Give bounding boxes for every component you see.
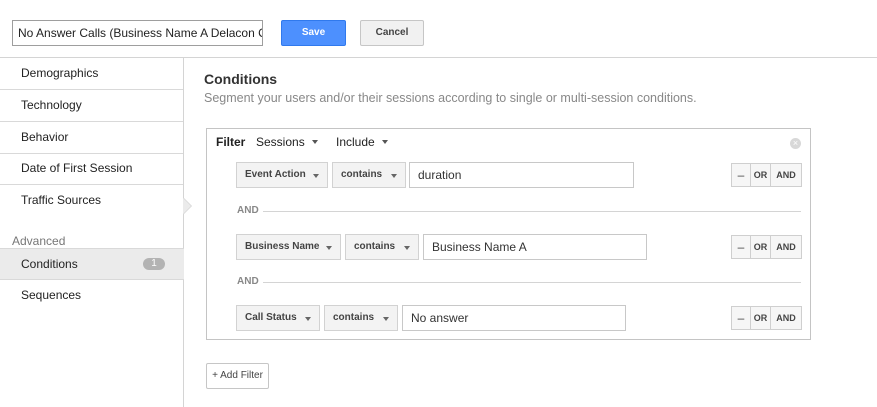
filter-mode-value: Include: [336, 135, 375, 149]
chevron-down-icon: [326, 246, 332, 250]
or-button[interactable]: OR: [751, 164, 771, 186]
filter-scope-dropdown[interactable]: Sessions: [256, 135, 318, 149]
sidebar-item-label: Technology: [21, 98, 82, 112]
sidebar-item-sequences[interactable]: Sequences: [0, 280, 183, 312]
sidebar-item-technology[interactable]: Technology: [0, 90, 183, 122]
filter-mode-dropdown[interactable]: Include: [336, 135, 388, 149]
chevron-down-icon: [383, 317, 389, 321]
sidebar-item-label: Conditions: [21, 257, 78, 271]
and-separator-label: AND: [237, 276, 259, 287]
condition-2-value-input[interactable]: Business Name A: [423, 234, 647, 260]
add-filter-button[interactable]: + Add Filter: [206, 363, 269, 389]
chevron-down-icon: [391, 174, 397, 178]
condition-2-operator-dropdown[interactable]: contains: [345, 234, 419, 260]
page-subtitle: Segment your users and/or their sessions…: [204, 91, 697, 105]
sidebar-item-label: Behavior: [21, 130, 69, 144]
top-bar: No Answer Calls (Business Name A Delacon…: [0, 0, 877, 58]
sidebar-item-label: Demographics: [21, 66, 99, 80]
condition-1-dimension-dropdown[interactable]: Event Action: [236, 162, 328, 188]
and-divider: [263, 211, 801, 212]
and-separator-label: AND: [237, 205, 259, 216]
filter-panel: Filter Sessions Include × Event Action c…: [206, 128, 811, 340]
chevron-down-icon: [311, 140, 318, 144]
and-divider: [263, 282, 801, 283]
dimension-value: Event Action: [245, 169, 306, 180]
operator-value: contains: [341, 169, 383, 180]
sidebar-item-date-of-first-session[interactable]: Date of First Session: [0, 153, 183, 185]
remove-condition-button[interactable]: –: [732, 307, 751, 329]
condition-1-ops: – OR AND: [731, 163, 802, 187]
cancel-button[interactable]: Cancel: [360, 20, 424, 46]
sidebar-group-advanced: Advanced: [12, 234, 66, 248]
and-button[interactable]: AND: [771, 164, 801, 186]
save-button[interactable]: Save: [281, 20, 346, 46]
remove-condition-button[interactable]: –: [732, 236, 751, 258]
condition-1-value-input[interactable]: duration: [409, 162, 634, 188]
sidebar-item-demographics[interactable]: Demographics: [0, 58, 183, 90]
and-button[interactable]: AND: [771, 236, 801, 258]
segment-name-value: No Answer Calls (Business Name A Delacon…: [18, 26, 263, 40]
operator-value: contains: [354, 241, 396, 252]
condition-3-ops: – OR AND: [731, 306, 802, 330]
condition-1-operator-dropdown[interactable]: contains: [332, 162, 406, 188]
remove-condition-button[interactable]: –: [732, 164, 751, 186]
sidebar: Demographics Technology Behavior Date of…: [0, 58, 184, 407]
chevron-down-icon: [305, 317, 311, 321]
page-title: Conditions: [204, 71, 278, 87]
dimension-value: Call Status: [245, 312, 297, 323]
condition-3-value-input[interactable]: No answer: [402, 305, 626, 331]
or-button[interactable]: OR: [751, 236, 771, 258]
operator-value: contains: [333, 312, 375, 323]
sidebar-item-traffic-sources[interactable]: Traffic Sources: [0, 185, 183, 217]
condition-3-operator-dropdown[interactable]: contains: [324, 305, 398, 331]
chevron-down-icon: [404, 246, 410, 250]
sidebar-item-label: Date of First Session: [21, 161, 133, 175]
filter-label: Filter: [216, 135, 246, 149]
chevron-down-icon: [381, 140, 388, 144]
segment-name-input[interactable]: No Answer Calls (Business Name A Delacon…: [12, 20, 263, 46]
sidebar-item-conditions[interactable]: Conditions 1: [0, 248, 184, 280]
condition-2-ops: – OR AND: [731, 235, 802, 259]
chevron-down-icon: [313, 174, 319, 178]
close-circle-icon[interactable]: ×: [790, 138, 801, 149]
active-pointer-arrow-fill: [183, 198, 191, 214]
or-button[interactable]: OR: [751, 307, 771, 329]
filter-scope-value: Sessions: [256, 135, 305, 149]
condition-2-dimension-dropdown[interactable]: Business Name: [236, 234, 341, 260]
condition-count-badge: 1: [143, 258, 165, 270]
and-button[interactable]: AND: [771, 307, 801, 329]
dimension-value: Business Name: [245, 241, 320, 252]
sidebar-item-label: Sequences: [21, 288, 82, 302]
sidebar-item-behavior[interactable]: Behavior: [0, 122, 183, 154]
condition-3-dimension-dropdown[interactable]: Call Status: [236, 305, 320, 331]
sidebar-item-label: Traffic Sources: [21, 193, 102, 207]
